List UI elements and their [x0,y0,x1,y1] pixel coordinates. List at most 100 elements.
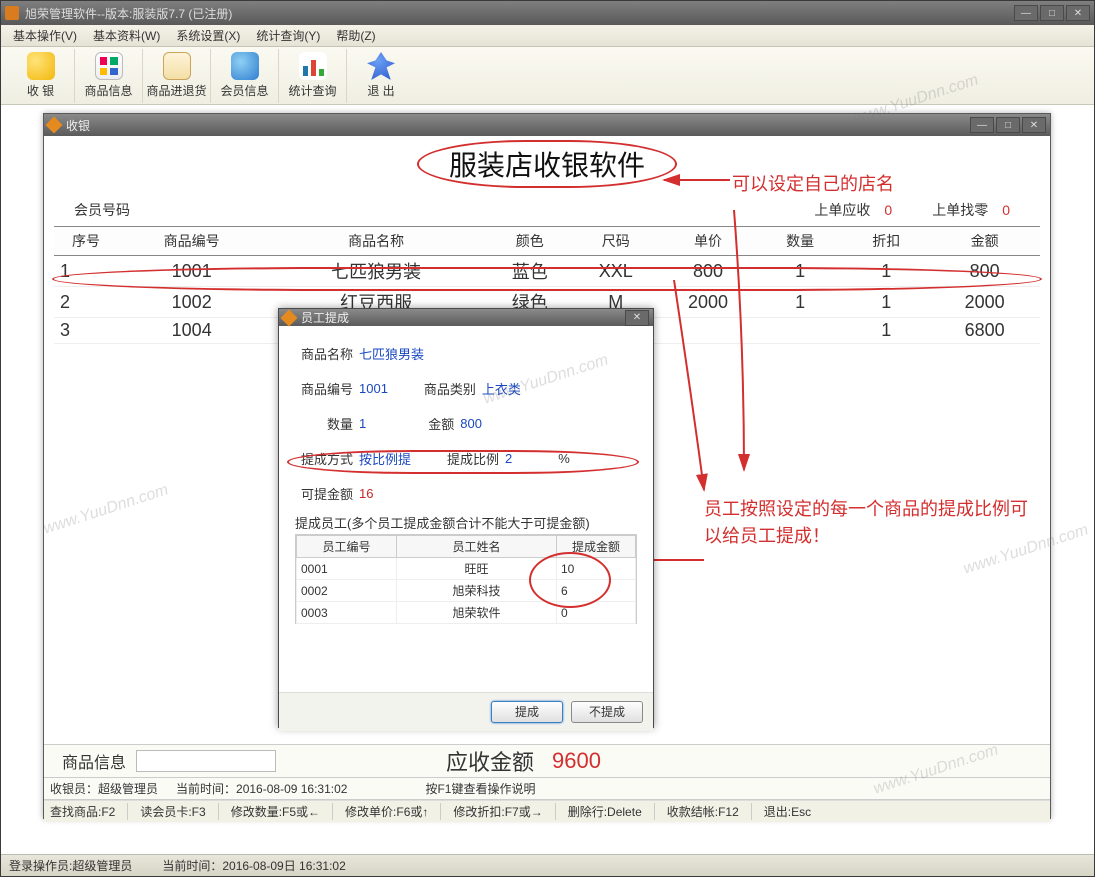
col-seq: 序号 [54,227,118,256]
cashier-minimize[interactable]: — [970,117,994,133]
last-receivable-label: 上单应收 [814,200,870,220]
emp-row[interactable]: 0002旭荣科技6 [297,580,636,602]
dialog-icon [281,309,298,326]
dlg-cat-value: 上衣类 [482,379,521,398]
app-title: 旭荣管理软件--版本:服装版7.7 (已注册) [25,5,232,22]
sk-del: 删除行:Delete [568,803,655,820]
close-button[interactable]: ✕ [1066,5,1090,21]
toolbar-member[interactable]: 会员信息 [211,49,279,103]
dlg-method-label: 提成方式 [295,449,353,468]
sk-f7: 修改折扣:F7或→ [453,803,555,820]
coin-icon [27,52,55,80]
last-change-value: 0 [1002,202,1010,218]
emp-col-id: 员工编号 [297,536,397,558]
sk-f3: 读会员卡:F3 [140,803,218,820]
sk-esc: 退出:Esc [764,803,823,820]
minimize-button[interactable]: — [1014,5,1038,21]
dlg-avail-value: 16 [359,486,373,501]
dlg-method-value: 按比例提 [359,449,411,468]
commission-ok-button[interactable]: 提成 [491,701,563,723]
col-disc: 折扣 [843,227,929,256]
menu-basic-ops[interactable]: 基本操作(V) [7,25,83,46]
dlg-ratio-unit: % [558,451,570,466]
toolbar-stock-label: 商品进退货 [146,82,206,99]
menu-basic-data[interactable]: 基本资料(W) [87,25,166,46]
commission-employee-table[interactable]: 员工编号 员工姓名 提成金额 0001旺旺100002旭荣科技60003旭荣软件… [296,535,636,624]
toolbar-exit[interactable]: 退 出 [347,49,415,103]
dlg-amt-value: 800 [460,416,482,431]
product-info-input[interactable] [136,750,276,772]
col-color: 颜色 [487,227,573,256]
dlg-product-name-value: 七匹狼男装 [359,344,424,363]
status-operator: 登录操作员:超级管理员 [9,857,132,874]
toolbar-member-label: 会员信息 [220,82,268,99]
toolbar-product-info-label: 商品信息 [84,82,132,99]
app-status-bar: 登录操作员:超级管理员 当前时间：2016-08-09日 16:31:02 [1,854,1094,876]
cashier-window: 收银 — □ ✕ [43,113,1051,819]
main-toolbar: 收 银 商品信息 商品进退货 会员信息 统计查询 退 出 [1,47,1094,105]
menu-stats[interactable]: 统计查询(Y) [250,25,326,46]
annotation-commission-hint: 员工按照设定的每一个商品的提成比例可以给员工提成！ [704,496,1034,550]
status-cashier: 收银员：超级管理员 [50,780,158,797]
last-receivable-value: 0 [884,202,892,218]
clipboard-icon [163,52,191,80]
emp-col-amt: 提成金额 [557,536,636,558]
product-info-row: 商品信息 应收金额 9600 [44,744,1050,778]
cashier-close[interactable]: ✕ [1022,117,1046,133]
dialog-button-row: 提成 不提成 [279,692,653,731]
sk-f5: 修改数量:F5或← [231,803,333,820]
content-area: 收银 — □ ✕ [1,105,1094,852]
cashier-status-row-2: 查找商品:F2 读会员卡:F3 修改数量:F5或← 修改单价:F6或↑ 修改折扣… [44,800,1050,822]
status-hint: 按F1键查看操作说明 [425,780,535,797]
col-amount: 金额 [929,227,1040,256]
menu-system-setting[interactable]: 系统设置(X) [170,25,246,46]
toolbar-stock[interactable]: 商品进退货 [143,49,211,103]
dlg-code-value: 1001 [359,381,388,396]
commission-title: 员工提成 [301,309,349,326]
cashier-header-row: 会员号码 上单应收 0 上单找零 0 [54,196,1040,226]
emp-row[interactable]: 0001旺旺10 [297,558,636,580]
total-due-value: 9600 [552,748,601,774]
product-info-label: 商品信息 [62,749,126,773]
dlg-amt-label: 金额 [396,414,454,433]
toolbar-cashier-label: 收 银 [27,82,54,99]
person-exit-icon [367,52,395,80]
users-icon [231,52,259,80]
col-size: 尺码 [573,227,659,256]
toolbar-cashier[interactable]: 收 银 [7,49,75,103]
cashier-window-title: 收银 [66,117,90,134]
total-due-label: 应收金额 [446,745,534,777]
dlg-ratio-value: 2 [505,451,512,466]
app-titlebar: 旭荣管理软件--版本:服装版7.7 (已注册) — □ ✕ [1,1,1094,25]
dlg-cat-label: 商品类别 [418,379,476,398]
sk-f12: 收款结帐:F12 [667,803,752,820]
last-change-label: 上单找零 [932,200,988,220]
commission-cancel-button[interactable]: 不提成 [571,701,643,723]
table-row[interactable]: 11001七匹狼男装蓝色XXL80011800 [54,256,1040,287]
toolbar-product-info[interactable]: 商品信息 [75,49,143,103]
status-outer-now: 当前时间：2016-08-09日 16:31:02 [162,857,345,874]
toolbar-exit-label: 退 出 [367,82,394,99]
cashier-maximize[interactable]: □ [996,117,1020,133]
sk-f2: 查找商品:F2 [50,803,128,820]
col-qty: 数量 [757,227,843,256]
status-now-value: 2016-08-09 16:31:02 [236,782,347,796]
dlg-code-label: 商品编号 [295,379,353,398]
cashier-status-row-1: 收银员：超级管理员 当前时间：2016-08-09 16:31:02 按F1键查… [44,778,1050,800]
col-code: 商品编号 [118,227,266,256]
emp-row[interactable]: 0003旭荣软件0 [297,602,636,624]
status-now-label: 当前时间： [176,782,236,796]
commission-close[interactable]: ✕ [625,310,649,326]
sk-f6: 修改单价:F6或↑ [345,803,441,820]
cashier-icon [46,117,63,134]
dlg-note: 提成员工(多个员工提成金额合计不能大于可提金额) [295,513,637,532]
maximize-button[interactable]: □ [1040,5,1064,21]
col-name: 商品名称 [265,227,486,256]
toolbar-stats[interactable]: 统计查询 [279,49,347,103]
dlg-product-name-label: 商品名称 [295,344,353,363]
cashier-titlebar: 收银 — □ ✕ [44,114,1050,136]
chart-icon [299,52,327,80]
commission-dialog: 员工提成 ✕ 商品名称 七匹狼男装 商品编号 1001 [278,308,654,728]
dlg-avail-label: 可提金额 [295,484,353,503]
menu-help[interactable]: 帮助(Z) [330,25,381,46]
